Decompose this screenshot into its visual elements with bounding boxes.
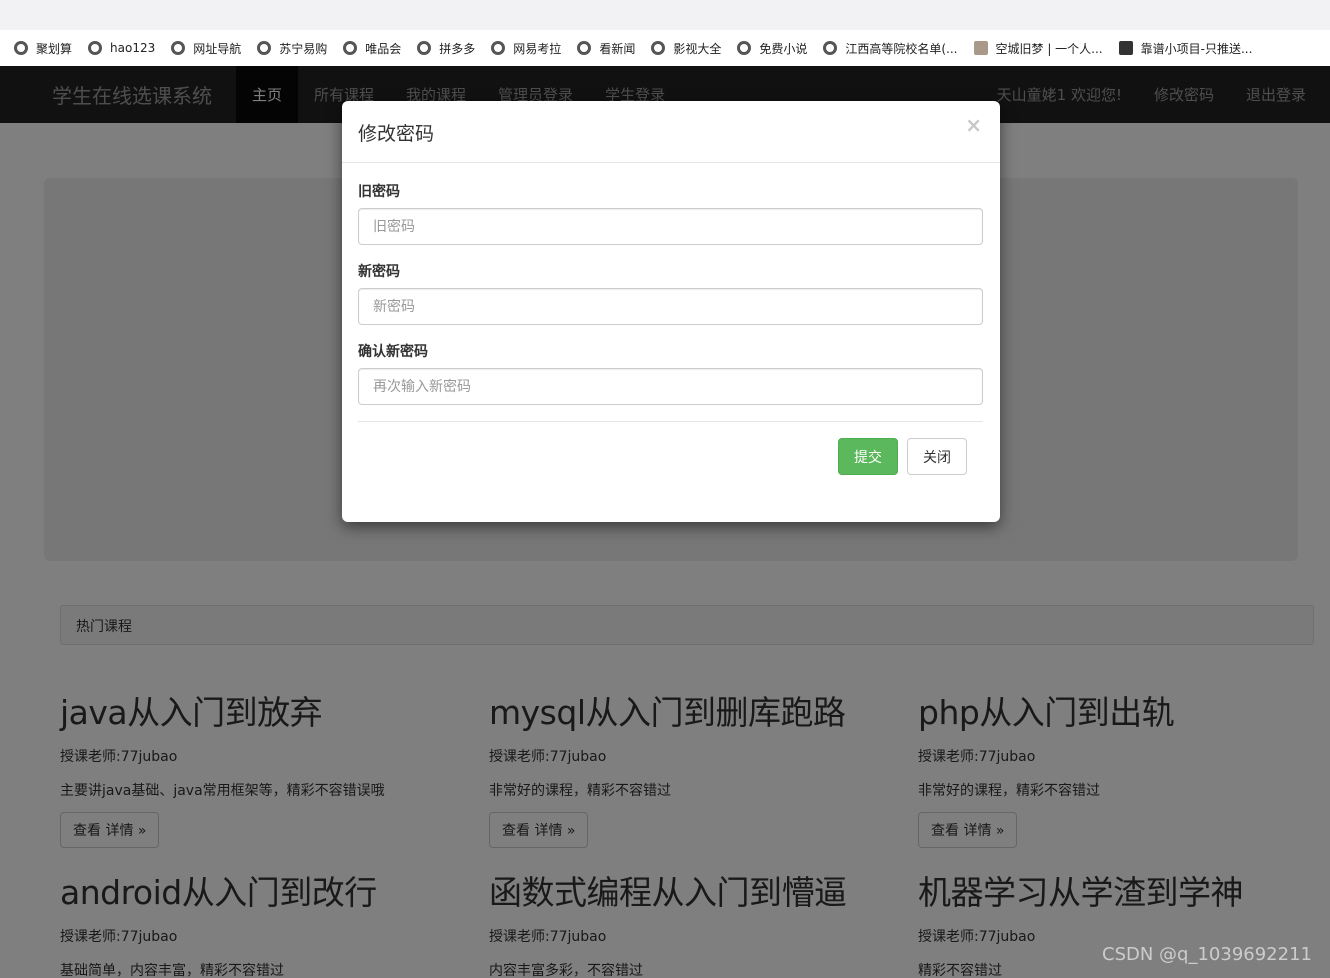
old-password-label: 旧密码 (358, 184, 400, 200)
bookmark-label: 空城旧梦 | 一个人... (995, 41, 1103, 56)
new-password-group: 新密码 (358, 261, 983, 325)
globe-icon (14, 41, 28, 55)
confirm-password-input[interactable] (358, 368, 983, 405)
modal-divider (358, 421, 983, 422)
bookmark-label: 免费小说 (759, 41, 808, 56)
bookmark-item[interactable]: 看新闻 (577, 40, 635, 57)
bookmark-label: 苏宁易购 (279, 41, 328, 56)
bookmark-item[interactable]: 免费小说 (737, 40, 807, 57)
bookmark-item[interactable]: 唯品会 (343, 40, 401, 57)
confirm-password-group: 确认新密码 (358, 341, 983, 405)
change-password-modal: 修改密码 × 旧密码 新密码 确认新密码 提交 关闭 (342, 101, 1000, 522)
globe-icon (88, 41, 103, 55)
avatar-icon (973, 41, 988, 55)
globe-icon (343, 41, 358, 55)
bookmark-label: 网址导航 (193, 41, 242, 56)
bookmark-item[interactable]: 空城旧梦 | 一个人... (973, 40, 1103, 57)
bookmark-label: 江西高等院校名单(... (845, 41, 958, 56)
globe-icon (651, 41, 666, 55)
bookmark-label: 靠谱小项目-只推送... (1140, 41, 1253, 56)
old-password-input[interactable] (358, 208, 983, 245)
bookmark-label: 网易考拉 (513, 41, 562, 56)
new-password-input[interactable] (358, 288, 983, 325)
bookmark-item[interactable]: 网易考拉 (491, 40, 561, 57)
close-button[interactable]: 关闭 (907, 438, 967, 475)
globe-icon (417, 41, 432, 55)
bookmark-item[interactable]: 拼多多 (417, 40, 475, 57)
modal-title: 修改密码 (358, 123, 435, 145)
confirm-password-label: 确认新密码 (358, 344, 428, 360)
bookmark-item[interactable]: 影视大全 (651, 40, 721, 57)
submit-button[interactable]: 提交 (838, 438, 898, 475)
globe-icon (823, 41, 838, 55)
globe-icon (737, 41, 752, 55)
bookmark-label: 影视大全 (673, 41, 722, 56)
bookmarks-bar: 聚划算 hao123 网址导航 苏宁易购 唯品会 拼多多 网易考拉 看新闻 影视… (0, 30, 1330, 66)
close-icon[interactable]: × (965, 113, 982, 137)
bookmark-label: 唯品会 (365, 41, 402, 56)
bookmark-label: hao123 (110, 41, 156, 55)
globe-icon (491, 41, 506, 55)
globe-icon (577, 41, 592, 55)
bookmark-item[interactable]: hao123 (88, 41, 155, 55)
watermark-text: CSDN @q_1039692211 (1102, 944, 1312, 965)
bookmark-item[interactable]: 网址导航 (171, 40, 241, 57)
globe-icon (171, 41, 186, 55)
bookmark-item[interactable]: 靠谱小项目-只推送... (1118, 40, 1253, 57)
browser-top-bar (0, 0, 1330, 30)
bookmark-label: 看新闻 (599, 41, 636, 56)
old-password-group: 旧密码 (358, 181, 983, 245)
bookmark-item[interactable]: 江西高等院校名单(... (823, 40, 958, 57)
globe-icon (257, 41, 272, 55)
new-password-label: 新密码 (358, 264, 400, 280)
bookmark-item[interactable]: 聚划算 (14, 40, 72, 57)
bookmark-label: 聚划算 (36, 41, 73, 56)
x-icon (1118, 41, 1133, 55)
bookmark-item[interactable]: 苏宁易购 (257, 40, 327, 57)
modal-header: 修改密码 × (342, 101, 1000, 163)
bookmark-label: 拼多多 (439, 41, 476, 56)
